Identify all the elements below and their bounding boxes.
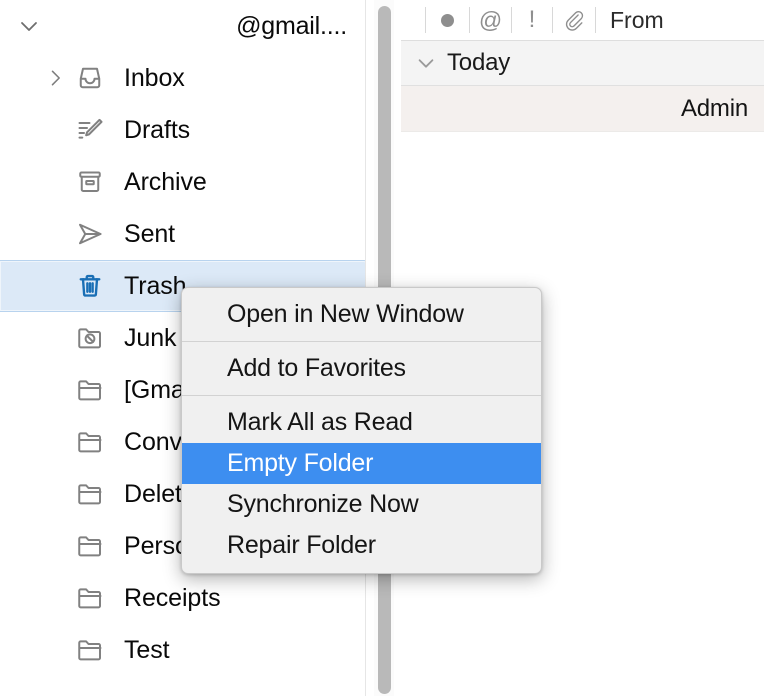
menu-separator bbox=[182, 395, 541, 396]
inbox-icon bbox=[79, 67, 101, 89]
junk-icon bbox=[70, 312, 110, 364]
menu-item-add-to-favorites[interactable]: Add to Favorites bbox=[182, 348, 541, 389]
sidebar-item-label: Receipts bbox=[124, 583, 221, 612]
column-priority[interactable]: ! bbox=[511, 7, 552, 33]
account-name-label: @gmail.... bbox=[236, 11, 347, 40]
folder-icon bbox=[78, 484, 102, 505]
folder-icon bbox=[70, 520, 110, 572]
mention-at-icon: @ bbox=[478, 6, 503, 33]
sidebar-item-label: Inbox bbox=[124, 63, 185, 92]
sidebar-item-label: Drafts bbox=[124, 115, 191, 144]
unread-dot-icon bbox=[441, 13, 454, 27]
column-mentions[interactable]: @ bbox=[469, 7, 511, 33]
drafts-icon bbox=[78, 118, 103, 139]
drafts-icon bbox=[70, 104, 110, 156]
paperclip-icon bbox=[565, 11, 584, 31]
menu-item-mark-all-as-read[interactable]: Mark All as Read bbox=[182, 402, 541, 443]
message-list-row[interactable]: Admin bbox=[401, 86, 764, 132]
inbox-icon bbox=[70, 52, 110, 104]
message-rows: Admin bbox=[401, 86, 764, 132]
sidebar-item-drafts[interactable]: Drafts bbox=[0, 104, 365, 156]
archive-icon bbox=[79, 171, 101, 192]
menu-item-empty-folder[interactable]: Empty Folder bbox=[182, 443, 541, 484]
priority-exclamation-icon: ! bbox=[528, 6, 536, 33]
menu-item-open-in-new-window[interactable]: Open in New Window bbox=[182, 294, 541, 335]
folder-icon bbox=[70, 416, 110, 468]
folder-icon bbox=[78, 640, 102, 661]
sidebar-item-label: Test bbox=[124, 635, 170, 664]
sidebar-item-sent[interactable]: Sent bbox=[0, 208, 365, 260]
sidebar-item-test[interactable]: Test bbox=[0, 624, 365, 676]
column-from[interactable]: From bbox=[595, 7, 755, 33]
sidebar-item-label: Junk bbox=[124, 323, 177, 352]
account-row[interactable]: @gmail.... bbox=[0, 0, 365, 52]
sidebar-item-label: Delet bbox=[124, 479, 182, 508]
folder-icon bbox=[70, 624, 110, 676]
sidebar-item-label: Conv bbox=[124, 427, 182, 456]
message-list-column-header: @ ! From bbox=[401, 0, 764, 41]
trash-icon bbox=[79, 274, 101, 297]
folder-icon bbox=[78, 432, 102, 453]
folder-icon bbox=[70, 364, 110, 416]
message-sender: Admin bbox=[680, 94, 748, 122]
menu-item-synchronize-now[interactable]: Synchronize Now bbox=[182, 484, 541, 525]
junk-icon bbox=[78, 328, 101, 349]
chevron-down-icon[interactable] bbox=[14, 11, 44, 41]
chevron-down-icon[interactable] bbox=[413, 50, 439, 76]
menu-item-repair-folder[interactable]: Repair Folder bbox=[182, 525, 541, 566]
archive-icon bbox=[70, 156, 110, 208]
sidebar-item-receipts[interactable]: Receipts bbox=[0, 572, 365, 624]
folder-context-menu[interactable]: Open in New Window Add to Favorites Mark A… bbox=[181, 287, 542, 574]
message-group-label: Today bbox=[447, 49, 511, 76]
mail-client-window: @gmail.... Inbox Drafts Archive Sent Trash Ju… bbox=[0, 0, 764, 696]
menu-separator bbox=[182, 341, 541, 342]
folder-icon bbox=[70, 468, 110, 520]
folder-icon bbox=[78, 536, 102, 557]
sent-icon bbox=[70, 208, 110, 260]
sidebar-item-label: [Gma bbox=[124, 375, 185, 404]
sidebar-item-label: Perso bbox=[124, 531, 189, 560]
folder-icon bbox=[70, 572, 110, 624]
chevron-right-icon[interactable] bbox=[40, 52, 70, 104]
sidebar-item-label: Trash bbox=[124, 271, 187, 300]
folder-icon bbox=[78, 380, 102, 401]
sidebar-item-label: Archive bbox=[124, 167, 207, 196]
sidebar-item-inbox[interactable]: Inbox bbox=[0, 52, 365, 104]
sent-icon bbox=[79, 223, 102, 245]
sidebar-item-archive[interactable]: Archive bbox=[0, 156, 365, 208]
trash-icon bbox=[70, 260, 110, 312]
sidebar-item-label: Sent bbox=[124, 219, 176, 248]
column-read-status[interactable] bbox=[425, 7, 469, 33]
message-group-header-today[interactable]: Today bbox=[401, 41, 764, 86]
column-attachment[interactable] bbox=[552, 7, 595, 33]
folder-icon bbox=[78, 588, 102, 609]
